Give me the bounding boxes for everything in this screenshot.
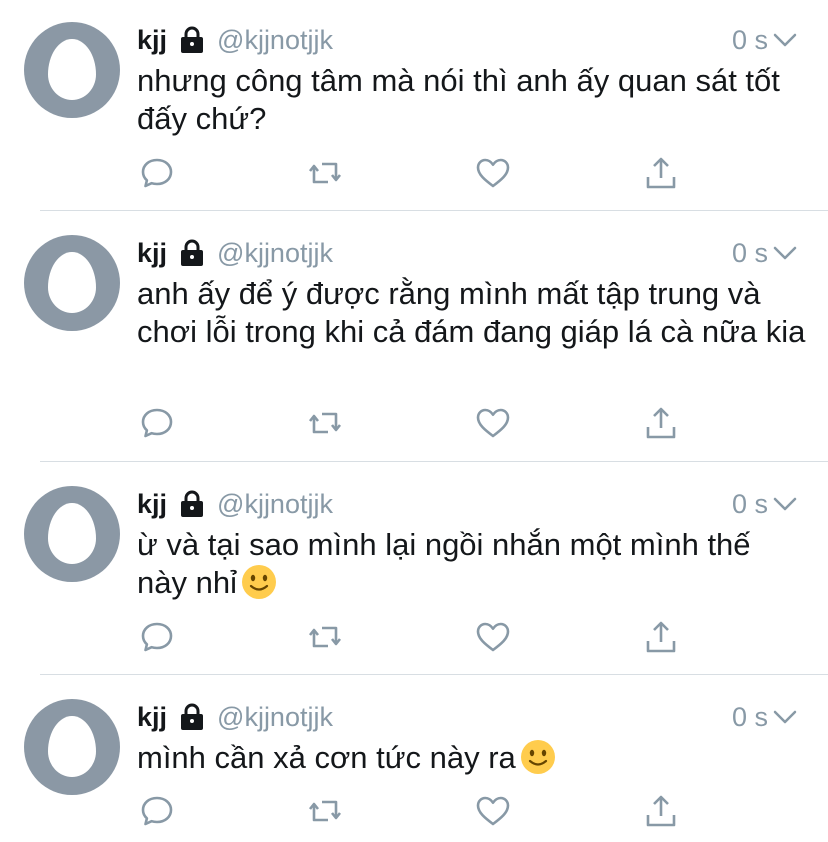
display-name[interactable]: kjj — [137, 489, 167, 520]
retweet-button[interactable] — [305, 617, 345, 657]
heart-icon — [476, 408, 510, 438]
like-button[interactable] — [473, 153, 513, 193]
display-name[interactable]: kjj — [137, 702, 167, 733]
tweet-text-content: anh ấy để ý được rằng mình mất tập trung… — [137, 276, 806, 349]
tweet-header: kjj @kjjnotjjk — [137, 20, 333, 60]
slightly-smiling-face-icon — [241, 565, 276, 599]
tweet-divider — [40, 674, 828, 675]
lock-icon — [181, 490, 204, 517]
heart-icon — [476, 622, 510, 652]
tweet-text: nhưng công tâm mà nói thì anh ấy quan sá… — [137, 62, 807, 138]
tweet-header: kjj @kjjnotjjk — [137, 233, 333, 273]
heart-icon — [476, 796, 510, 826]
timestamp: 0 s — [731, 701, 768, 732]
chevron-down-icon[interactable] — [772, 705, 798, 729]
tweet-header: kjj @kjjnotjjk — [137, 697, 333, 737]
tweet-divider — [40, 461, 828, 462]
lock-icon — [181, 703, 204, 730]
tweet-text-content: nhưng công tâm mà nói thì anh ấy quan sá… — [137, 63, 780, 136]
share-button[interactable] — [641, 617, 681, 657]
retweet-icon — [308, 800, 342, 822]
user-handle[interactable]: @kjjnotjjk — [217, 702, 333, 733]
lock-icon — [181, 26, 204, 53]
share-icon — [646, 621, 676, 653]
reply-button[interactable] — [137, 153, 177, 193]
reply-button[interactable] — [137, 617, 177, 657]
user-handle[interactable]: @kjjnotjjk — [217, 25, 333, 56]
share-icon — [646, 157, 676, 189]
tweet-actions — [137, 617, 697, 657]
tweet-header: kjj @kjjnotjjk — [137, 484, 333, 524]
share-button[interactable] — [641, 791, 681, 831]
display-name[interactable]: kjj — [137, 238, 167, 269]
egg-avatar-icon — [48, 716, 96, 777]
tweet-text-content: mình cần xả cơn tức này ra — [137, 740, 516, 775]
lock-icon — [181, 239, 204, 266]
reply-icon — [141, 622, 173, 652]
avatar[interactable] — [24, 699, 120, 795]
retweet-button[interactable] — [305, 153, 345, 193]
slightly-smiling-face-icon — [520, 740, 555, 774]
user-handle[interactable]: @kjjnotjjk — [217, 238, 333, 269]
reply-icon — [141, 158, 173, 188]
like-button[interactable] — [473, 791, 513, 831]
chevron-down-icon[interactable] — [772, 241, 798, 265]
avatar[interactable] — [24, 22, 120, 118]
like-button[interactable] — [473, 403, 513, 443]
user-handle[interactable]: @kjjnotjjk — [217, 489, 333, 520]
tweet-text: ừ và tại sao mình lại ngồi nhắn một mình… — [137, 526, 807, 602]
egg-avatar-icon — [48, 252, 96, 313]
reply-button[interactable] — [137, 403, 177, 443]
egg-avatar-icon — [48, 39, 96, 100]
share-button[interactable] — [641, 153, 681, 193]
retweet-button[interactable] — [305, 791, 345, 831]
avatar[interactable] — [24, 235, 120, 331]
reply-icon — [141, 796, 173, 826]
tweet-text: anh ấy để ý được rằng mình mất tập trung… — [137, 275, 807, 351]
timeline: kjj @kjjnotjjk 0 s nhưng công tâm mà nói… — [0, 0, 828, 842]
retweet-icon — [308, 162, 342, 184]
tweet-text-content: ừ và tại sao mình lại ngồi nhắn một mình… — [137, 527, 751, 600]
heart-icon — [476, 158, 510, 188]
tweet-actions — [137, 791, 697, 831]
reply-button[interactable] — [137, 791, 177, 831]
tweet-actions — [137, 153, 697, 193]
timestamp: 0 s — [731, 237, 768, 268]
timestamp: 0 s — [731, 488, 768, 519]
tweet-actions — [137, 403, 697, 443]
share-icon — [646, 795, 676, 827]
chevron-down-icon[interactable] — [772, 28, 798, 52]
retweet-icon — [308, 412, 342, 434]
chevron-down-icon[interactable] — [772, 492, 798, 516]
avatar[interactable] — [24, 486, 120, 582]
tweet-text: mình cần xả cơn tức này ra — [137, 739, 807, 777]
share-icon — [646, 407, 676, 439]
retweet-icon — [308, 626, 342, 648]
reply-icon — [141, 408, 173, 438]
egg-avatar-icon — [48, 503, 96, 564]
retweet-button[interactable] — [305, 403, 345, 443]
timestamp: 0 s — [731, 24, 768, 55]
tweet-divider — [40, 210, 828, 211]
share-button[interactable] — [641, 403, 681, 443]
display-name[interactable]: kjj — [137, 25, 167, 56]
like-button[interactable] — [473, 617, 513, 657]
